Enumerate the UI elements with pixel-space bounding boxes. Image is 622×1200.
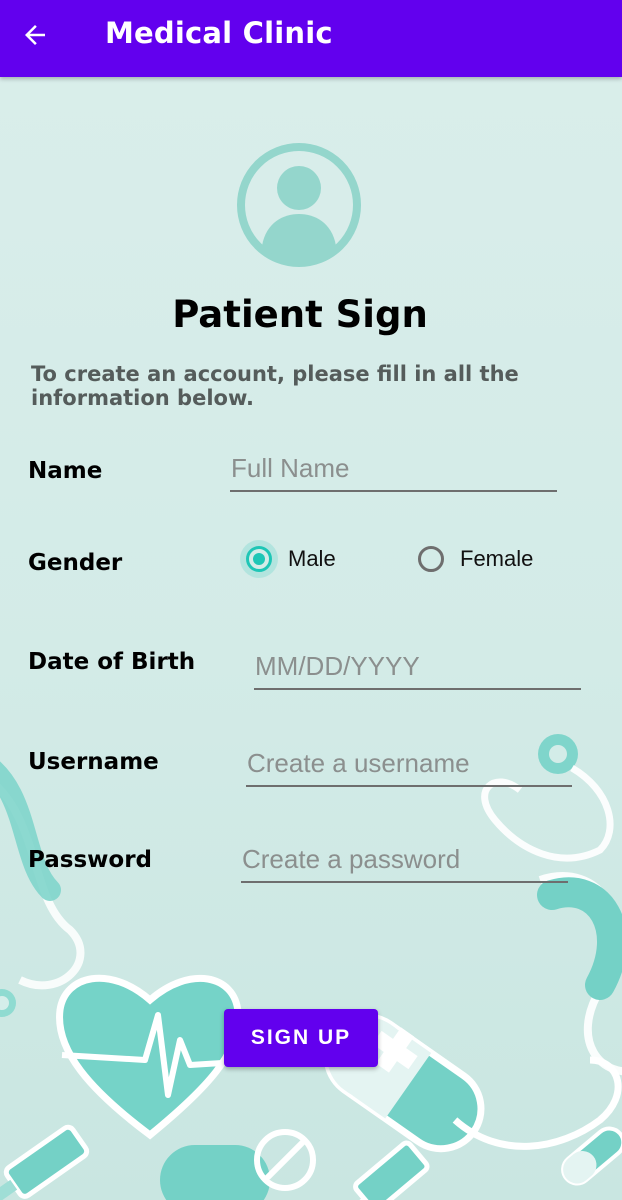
radio-checked-icon [246,546,272,572]
password-input[interactable] [241,837,568,883]
user-profile-icon [237,143,361,267]
back-button[interactable] [14,14,56,56]
app-bar: Medical Clinic [0,0,622,77]
full-name-input[interactable] [230,446,557,492]
date-of-birth-input[interactable] [254,644,581,690]
name-label: Name [28,458,103,484]
page-subtitle: To create an account, please fill in all… [31,362,519,410]
radio-unchecked-icon [418,546,444,572]
page-title: Patient Sign [172,293,428,336]
sign-up-button[interactable]: SIGN UP [224,1009,378,1067]
username-input[interactable] [246,741,572,787]
gender-male-label: Male [288,546,336,571]
gender-female-label: Female [460,546,534,571]
gender-label: Gender [28,550,123,576]
arrow-left-icon [25,25,45,45]
gender-female-radio[interactable]: Female [418,546,533,572]
username-label: Username [28,749,159,775]
password-label: Password [28,847,152,873]
gender-male-radio[interactable]: Male [246,546,336,572]
app-title: Medical Clinic [105,16,333,50]
dob-label: Date of Birth [28,649,196,675]
